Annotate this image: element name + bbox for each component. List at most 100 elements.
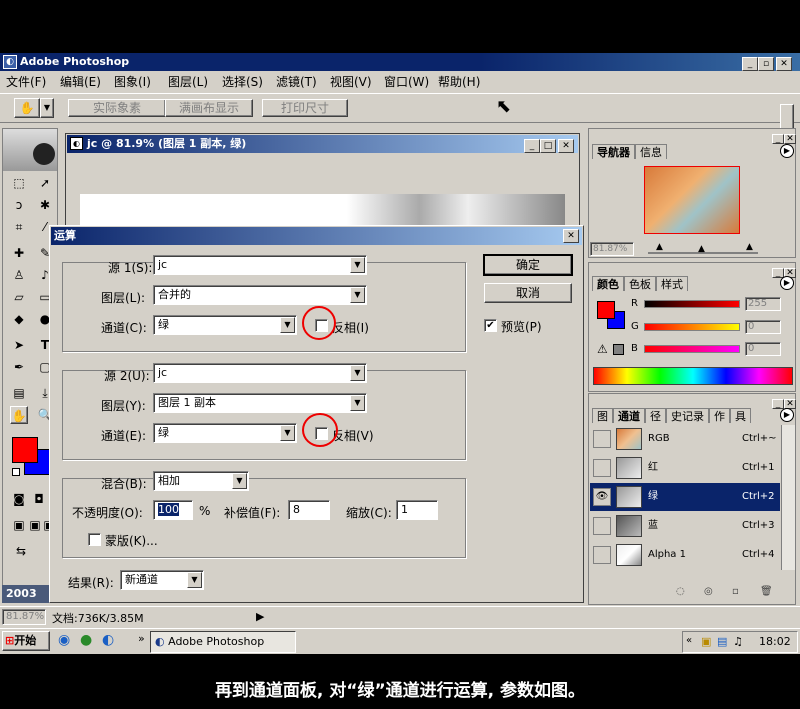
ie-icon[interactable]: ◉ bbox=[58, 632, 70, 648]
menu-filter[interactable]: 滤镜(T) bbox=[276, 72, 317, 92]
blur-tool-icon[interactable]: ◆ bbox=[10, 310, 28, 328]
save-selection-icon[interactable]: ◎ bbox=[704, 586, 713, 597]
status-zoom[interactable]: 81.87% bbox=[2, 609, 46, 625]
hand-tool-selected-icon[interactable]: ✋ bbox=[10, 406, 28, 424]
eraser-tool-icon[interactable]: ▱ bbox=[10, 288, 28, 306]
tab-swatches[interactable]: 色板 bbox=[624, 276, 656, 291]
pen-tool-icon[interactable]: ✒ bbox=[10, 358, 28, 376]
tray-display-icon[interactable]: ▤ bbox=[717, 635, 727, 648]
websafe-swatch[interactable] bbox=[613, 344, 624, 355]
marquee-tool-icon[interactable]: ⬚ bbox=[10, 174, 28, 192]
source1-select[interactable]: jc ▼ bbox=[153, 255, 367, 275]
b-value[interactable]: 0 bbox=[745, 342, 781, 356]
tab-history[interactable]: 史记录 bbox=[666, 408, 709, 423]
g-slider[interactable] bbox=[644, 323, 740, 331]
tool-preset-dropdown[interactable]: ▼ bbox=[40, 98, 54, 118]
menu-select[interactable]: 选择(S) bbox=[222, 72, 263, 92]
menu-view[interactable]: 视图(V) bbox=[330, 72, 372, 92]
offset-input[interactable]: 8 bbox=[288, 500, 330, 520]
status-menu-arrow-icon[interactable]: ▶ bbox=[256, 610, 264, 623]
opacity-input[interactable]: 100 bbox=[153, 500, 193, 520]
menu-edit[interactable]: 编辑(E) bbox=[60, 72, 101, 92]
outlook-icon[interactable]: ◐ bbox=[102, 632, 114, 648]
tray-volume-icon[interactable]: ♫ bbox=[733, 635, 743, 648]
default-colors-icon[interactable] bbox=[12, 468, 20, 476]
tray-network-icon[interactable]: ▣ bbox=[701, 635, 711, 648]
menu-help[interactable]: 帮助(H) bbox=[438, 72, 480, 92]
foreground-color-swatch[interactable] bbox=[12, 437, 38, 463]
layer2-select[interactable]: 图层 1 副本 ▼ bbox=[153, 393, 367, 413]
channel-row-blue[interactable]: 蓝 Ctrl+3 bbox=[590, 512, 780, 540]
channels-scrollbar[interactable] bbox=[781, 425, 795, 570]
lasso-tool-icon[interactable]: ↄ bbox=[10, 196, 28, 214]
tab-paths[interactable]: 径 bbox=[645, 408, 666, 423]
panel-menu-arrow-icon[interactable]: ▶ bbox=[780, 408, 794, 422]
start-button[interactable]: ⊞开始 bbox=[2, 631, 50, 651]
tab-info[interactable]: 信息 bbox=[635, 144, 667, 159]
panel-menu-arrow-icon[interactable]: ▶ bbox=[780, 276, 794, 290]
new-channel-icon[interactable]: ▫ bbox=[732, 586, 739, 597]
delete-channel-icon[interactable]: 🗑 bbox=[760, 586, 773, 597]
b-slider[interactable] bbox=[644, 345, 740, 353]
scale-input[interactable]: 1 bbox=[396, 500, 438, 520]
channel2-select[interactable]: 绿 ▼ bbox=[153, 423, 297, 443]
quick-mask-icon[interactable]: ◘ bbox=[30, 490, 48, 508]
healing-brush-icon[interactable]: ✚ bbox=[10, 244, 28, 262]
tab-actions[interactable]: 作 bbox=[709, 408, 730, 423]
preview-checkbox[interactable]: ✔ bbox=[484, 319, 497, 332]
panel-close-button[interactable]: ✕ bbox=[784, 134, 796, 144]
channel-row-rgb[interactable]: RGB Ctrl+~ bbox=[590, 425, 780, 453]
print-size-button[interactable]: 打印尺寸 bbox=[262, 99, 348, 117]
eye-visibility-icon[interactable] bbox=[593, 517, 611, 535]
path-select-icon[interactable]: ➤ bbox=[10, 336, 28, 354]
maximize-button[interactable]: ▫ bbox=[758, 57, 774, 71]
close-button[interactable]: ✕ bbox=[776, 57, 792, 71]
r-value[interactable]: 255 bbox=[745, 297, 781, 311]
doc-minimize-button[interactable]: _ bbox=[524, 139, 540, 153]
eye-visibility-icon[interactable] bbox=[593, 546, 611, 564]
menu-layer[interactable]: 图层(L) bbox=[168, 72, 208, 92]
tab-color[interactable]: 颜色 bbox=[592, 276, 624, 291]
tab-channels[interactable]: 通道 bbox=[613, 408, 645, 423]
blend-select[interactable]: 相加 ▼ bbox=[153, 471, 249, 491]
fit-on-screen-button[interactable]: 满画布显示 bbox=[165, 99, 253, 117]
channel-row-green[interactable]: 👁 绿 Ctrl+2 bbox=[590, 483, 780, 511]
layer1-select[interactable]: 合并的 ▼ bbox=[153, 285, 367, 305]
jump-to-imageready-icon[interactable]: ⇆ bbox=[12, 542, 30, 560]
menu-image[interactable]: 图象(I) bbox=[114, 72, 151, 92]
load-selection-icon[interactable]: ◌ bbox=[676, 586, 685, 597]
panel-minimize-button[interactable]: _ bbox=[772, 399, 784, 409]
move-tool-icon[interactable]: ➚ bbox=[36, 174, 54, 192]
cancel-button[interactable]: 取消 bbox=[484, 283, 572, 303]
standard-mode-icon[interactable]: ◙ bbox=[10, 490, 28, 508]
magic-wand-icon[interactable]: ✱ bbox=[36, 196, 54, 214]
eye-visibility-icon[interactable]: 👁 bbox=[593, 488, 611, 506]
channel-row-alpha1[interactable]: Alpha 1 Ctrl+4 bbox=[590, 541, 780, 569]
tray-expand-icon[interactable]: « bbox=[686, 635, 692, 646]
tab-styles[interactable]: 样式 bbox=[656, 276, 688, 291]
notes-tool-icon[interactable]: ▤ bbox=[10, 384, 28, 402]
tab-tools[interactable]: 具 bbox=[730, 408, 751, 423]
g-value[interactable]: 0 bbox=[745, 320, 781, 334]
r-slider[interactable] bbox=[644, 300, 740, 308]
globe-icon[interactable]: ● bbox=[80, 632, 92, 648]
menu-file[interactable]: 文件(F) bbox=[6, 72, 46, 92]
panel-menu-arrow-icon[interactable]: ▶ bbox=[780, 144, 794, 158]
crop-tool-icon[interactable]: ⌗ bbox=[10, 218, 28, 236]
menu-window[interactable]: 窗口(W) bbox=[384, 72, 429, 92]
tab-navigator[interactable]: 导航器 bbox=[592, 144, 635, 159]
source2-select[interactable]: jc ▼ bbox=[153, 363, 367, 383]
color-fg-swatch[interactable] bbox=[597, 301, 615, 319]
quicklaunch-more-icon[interactable]: » bbox=[138, 632, 145, 645]
result-select[interactable]: 新通道 ▼ bbox=[120, 570, 204, 590]
navigator-thumbnail[interactable] bbox=[644, 166, 740, 234]
dialog-close-button[interactable]: ✕ bbox=[563, 229, 579, 243]
doc-maximize-button[interactable]: □ bbox=[540, 139, 556, 153]
channel1-select[interactable]: 绿 ▼ bbox=[153, 315, 297, 335]
navigator-zoom-slider[interactable]: ▲ ▲ ▲ bbox=[648, 242, 758, 254]
eye-visibility-icon[interactable] bbox=[593, 459, 611, 477]
eye-visibility-icon[interactable] bbox=[593, 430, 611, 448]
color-spectrum-bar[interactable] bbox=[593, 367, 793, 385]
hand-tool-icon[interactable]: ✋ bbox=[14, 98, 40, 118]
panel-minimize-button[interactable]: _ bbox=[772, 134, 784, 144]
